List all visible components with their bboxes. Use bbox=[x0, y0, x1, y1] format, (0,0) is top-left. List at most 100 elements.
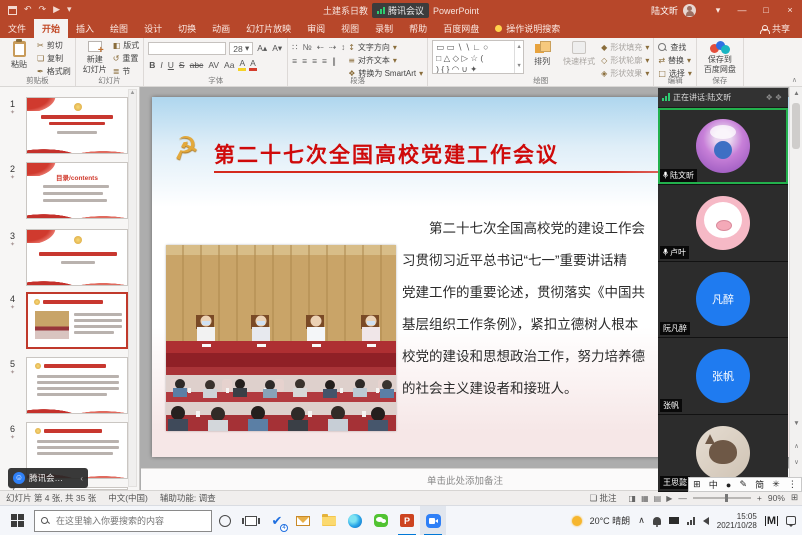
weather-text[interactable]: 20°C 晴朗 bbox=[590, 514, 631, 527]
tab-file[interactable]: 文件 bbox=[0, 19, 34, 38]
edge-browser-button[interactable] bbox=[342, 506, 368, 535]
participant-tile-1[interactable]: 陆文昕 bbox=[658, 108, 788, 184]
normal-view-icon[interactable]: ◨ bbox=[629, 494, 637, 503]
slide-thumbnail-5[interactable] bbox=[26, 357, 128, 414]
ime-toolbar[interactable]: ⊞ 中 ● ✎ 简 ✳ ⋮ bbox=[688, 477, 802, 492]
file-explorer-button[interactable] bbox=[316, 506, 342, 535]
ime-language-mode[interactable]: 中 bbox=[709, 478, 718, 491]
zoom-out-icon[interactable]: — bbox=[678, 493, 687, 503]
collapse-ribbon-icon[interactable]: ∧ bbox=[792, 76, 797, 84]
copy-button[interactable]: ❏复制 bbox=[37, 53, 71, 64]
bell-icon[interactable] bbox=[653, 517, 661, 525]
customize-qat-icon[interactable]: ▾ bbox=[67, 5, 72, 15]
ime-more-icon[interactable]: ⋮ bbox=[788, 479, 797, 490]
search-input[interactable] bbox=[54, 515, 194, 527]
align-right-button[interactable]: ≡ bbox=[312, 56, 317, 67]
strikethrough-button[interactable]: abc bbox=[189, 60, 205, 70]
tray-expand-icon[interactable]: ∧ bbox=[638, 515, 645, 526]
bullets-button[interactable]: ∷ bbox=[292, 42, 297, 53]
change-case-button[interactable]: Aa bbox=[223, 60, 235, 70]
tab-transitions[interactable]: 切换 bbox=[170, 19, 204, 38]
text-direction-button[interactable]: ↕文字方向▾ bbox=[348, 42, 423, 53]
increase-indent-button[interactable]: ⇢ bbox=[329, 42, 336, 53]
ime-grid-icon[interactable]: ⊞ bbox=[693, 479, 701, 490]
language-indicator[interactable]: 中文(中国) bbox=[102, 492, 154, 504]
shapes-scroll-up-icon[interactable]: ▲ bbox=[516, 42, 521, 53]
close-button[interactable]: × bbox=[778, 0, 802, 20]
replace-button[interactable]: ⇄替换▾ bbox=[658, 55, 692, 66]
highlight-color-button[interactable]: A bbox=[238, 58, 246, 71]
save-icon[interactable] bbox=[8, 6, 17, 15]
tab-design[interactable]: 设计 bbox=[136, 19, 170, 38]
meeting-share-indicator[interactable]: 腾讯会议 bbox=[372, 3, 429, 18]
start-button[interactable] bbox=[0, 506, 34, 535]
comments-button[interactable]: ❏ 批注 bbox=[584, 492, 623, 504]
redo-icon[interactable]: ↷ bbox=[39, 5, 47, 15]
next-slide-icon[interactable]: ∨ bbox=[790, 455, 802, 468]
fit-to-window-icon[interactable]: ⊞ bbox=[791, 493, 798, 503]
cut-button[interactable]: ✂剪切 bbox=[37, 40, 71, 51]
shapes-scrollbar[interactable]: ▲ ▼ bbox=[514, 41, 523, 73]
tab-baidu-netdisk[interactable]: 百度网盘 bbox=[435, 19, 487, 38]
account-name[interactable]: 陆文昕 bbox=[651, 4, 678, 17]
network-icon[interactable] bbox=[687, 517, 695, 525]
meeting-panel-header[interactable]: 正在讲话:陆文昕 ❖❖ bbox=[658, 88, 788, 108]
align-text-button[interactable]: ≡对齐文本▾ bbox=[348, 55, 423, 66]
character-spacing-button[interactable]: AV bbox=[207, 60, 220, 70]
zoom-percentage[interactable]: 90% bbox=[768, 493, 785, 503]
arrange-button[interactable]: 排列 bbox=[527, 40, 557, 76]
shapes-scroll-down-icon[interactable]: ▼ bbox=[516, 61, 521, 72]
zoom-slider[interactable] bbox=[693, 497, 751, 499]
slide-title[interactable]: 第二十七次全国高校党建工作会议 bbox=[214, 139, 559, 169]
paste-button[interactable]: 粘贴 bbox=[4, 40, 34, 76]
find-button[interactable]: 查找 bbox=[658, 42, 692, 53]
new-slide-button[interactable]: 新建 幻灯片 bbox=[80, 40, 110, 76]
grow-font-button[interactable]: A▴ bbox=[256, 43, 268, 54]
font-color-button[interactable]: A bbox=[249, 58, 257, 71]
accessibility-status[interactable]: 辅助功能: 调查 bbox=[154, 492, 222, 504]
mail-app-button[interactable] bbox=[290, 506, 316, 535]
tab-slideshow[interactable]: 幻灯片放映 bbox=[238, 19, 299, 38]
undo-icon[interactable]: ↶ bbox=[24, 5, 32, 15]
minimize-button[interactable]: — bbox=[730, 0, 754, 20]
tab-animations[interactable]: 动画 bbox=[204, 19, 238, 38]
italic-button[interactable]: I bbox=[159, 60, 163, 70]
layout-button[interactable]: ◧版式 bbox=[113, 40, 140, 51]
scroll-down-icon[interactable]: ▼ bbox=[790, 417, 802, 430]
zoom-slider-knob[interactable] bbox=[725, 494, 728, 502]
zoom-in-icon[interactable]: + bbox=[757, 493, 762, 503]
previous-slide-icon[interactable]: ∧ bbox=[790, 439, 802, 452]
tell-me-search[interactable]: 操作说明搜索 bbox=[487, 19, 568, 38]
columns-button[interactable]: ∥ bbox=[332, 56, 336, 67]
taskbar-search[interactable] bbox=[34, 510, 212, 532]
meeting-app-button[interactable] bbox=[420, 506, 446, 535]
thumbnail-scrollbar[interactable]: ▲ bbox=[128, 89, 137, 487]
powerpoint-app-button[interactable]: P bbox=[394, 506, 420, 535]
maximize-button[interactable]: □ bbox=[754, 0, 778, 20]
shape-outline-button[interactable]: ◇形状轮廓▾ bbox=[601, 55, 649, 66]
shape-fill-button[interactable]: ◆形状填充▾ bbox=[601, 42, 649, 53]
align-center-button[interactable]: ≡ bbox=[302, 56, 307, 67]
clock[interactable]: 15:052021/10/28 bbox=[717, 512, 757, 530]
decrease-indent-button[interactable]: ⇠ bbox=[317, 42, 324, 53]
underline-button[interactable]: U bbox=[167, 60, 175, 70]
scrollbar-thumb[interactable] bbox=[792, 103, 800, 149]
tab-draw[interactable]: 绘图 bbox=[102, 19, 136, 38]
save-to-baidu-button[interactable]: 保存到 百度网盘 bbox=[701, 40, 739, 76]
participant-tile-4[interactable]: 张帆 张帆 bbox=[658, 338, 788, 414]
ime-pen-icon[interactable]: ✎ bbox=[739, 479, 747, 490]
line-spacing-button[interactable]: ↕ bbox=[341, 42, 345, 53]
participant-tile-3[interactable]: 凡醉 阮凡醉 bbox=[658, 262, 788, 338]
scroll-up-icon[interactable]: ▲ bbox=[790, 87, 802, 100]
cortana-button[interactable] bbox=[212, 506, 238, 535]
volume-icon[interactable] bbox=[703, 517, 709, 525]
expand-meeting-icon[interactable]: ‹ bbox=[80, 474, 83, 483]
reset-button[interactable]: ↺重置 bbox=[113, 53, 140, 64]
ime-shape-icon[interactable]: ● bbox=[726, 480, 731, 490]
quick-styles-button[interactable]: 快速样式 bbox=[560, 40, 598, 76]
bold-button[interactable]: B bbox=[148, 60, 156, 70]
font-name-combobox[interactable] bbox=[148, 42, 226, 55]
ime-simplified-mode[interactable]: 简 bbox=[755, 478, 764, 491]
reading-view-icon[interactable]: ▤ bbox=[654, 494, 662, 503]
shrink-font-button[interactable]: A▾ bbox=[271, 43, 283, 54]
